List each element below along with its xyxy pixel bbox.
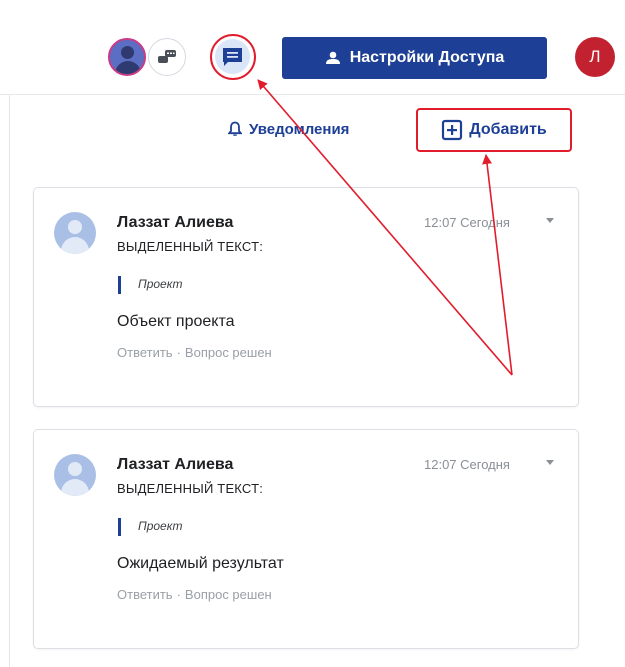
comment-author: Лаззат Алиева: [117, 456, 234, 473]
comment-timestamp: 12:07 Сегодня: [424, 457, 510, 472]
selected-text-label: ВЫДЕЛЕННЫЙ ТЕКСТ:: [117, 481, 264, 496]
comment-card: Лаззат Алиева ВЫДЕЛЕННЫЙ ТЕКСТ: 12:07 Се…: [33, 187, 579, 407]
quote-bar: [118, 518, 121, 536]
commenter-avatar: [54, 454, 96, 496]
panel-left-border: [9, 95, 10, 667]
reply-link[interactable]: Ответить: [117, 345, 173, 360]
caret-down-icon[interactable]: [546, 218, 554, 223]
comment-author: Лаззат Алиева: [117, 214, 234, 231]
quoted-text: Проект: [138, 277, 183, 291]
bell-icon: [228, 121, 242, 136]
actions-separator: ·: [176, 587, 181, 602]
top-toolbar: Настройки Доступа Л: [0, 0, 625, 94]
notifications-label: Уведомления: [249, 120, 350, 138]
user-avatar[interactable]: Л: [575, 37, 615, 77]
comment-icon: [223, 48, 242, 66]
resolve-link[interactable]: Вопрос решен: [185, 587, 272, 602]
access-settings-label: Настройки Доступа: [349, 49, 505, 66]
comment-card: Лаззат Алиева ВЫДЕЛЕННЫЙ ТЕКСТ: 12:07 Се…: [33, 429, 579, 649]
actions-separator: ·: [176, 345, 181, 360]
reply-link[interactable]: Ответить: [117, 587, 173, 602]
access-settings-button[interactable]: Настройки Доступа: [282, 37, 547, 79]
quoted-text: Проект: [138, 519, 183, 533]
caret-down-icon[interactable]: [546, 460, 554, 465]
user-initial: Л: [589, 47, 601, 66]
resolve-link[interactable]: Вопрос решен: [185, 345, 272, 360]
selected-text-label: ВЫДЕЛЕННЫЙ ТЕКСТ:: [117, 239, 264, 254]
quote-bar: [118, 276, 121, 294]
comment-actions: Ответить · Вопрос решен: [117, 345, 272, 360]
comment-text: Ожидаемый результат: [117, 555, 284, 572]
collaborators-avatars[interactable]: [108, 38, 188, 78]
commenter-avatar: [54, 212, 96, 254]
chat-bubbles-icon[interactable]: [148, 38, 186, 76]
comment-text: Объект проекта: [117, 313, 235, 330]
notifications-button[interactable]: Уведомления: [228, 115, 349, 143]
collaborator-avatar[interactable]: [108, 38, 146, 76]
comment-actions: Ответить · Вопрос решен: [117, 587, 272, 602]
add-comment-button[interactable]: Добавить: [416, 108, 572, 152]
person-icon: [325, 51, 340, 64]
add-label: Добавить: [469, 121, 547, 138]
header-divider: [0, 94, 625, 95]
add-box-icon: [442, 119, 463, 141]
comments-button[interactable]: [210, 34, 256, 80]
comment-timestamp: 12:07 Сегодня: [424, 215, 510, 230]
